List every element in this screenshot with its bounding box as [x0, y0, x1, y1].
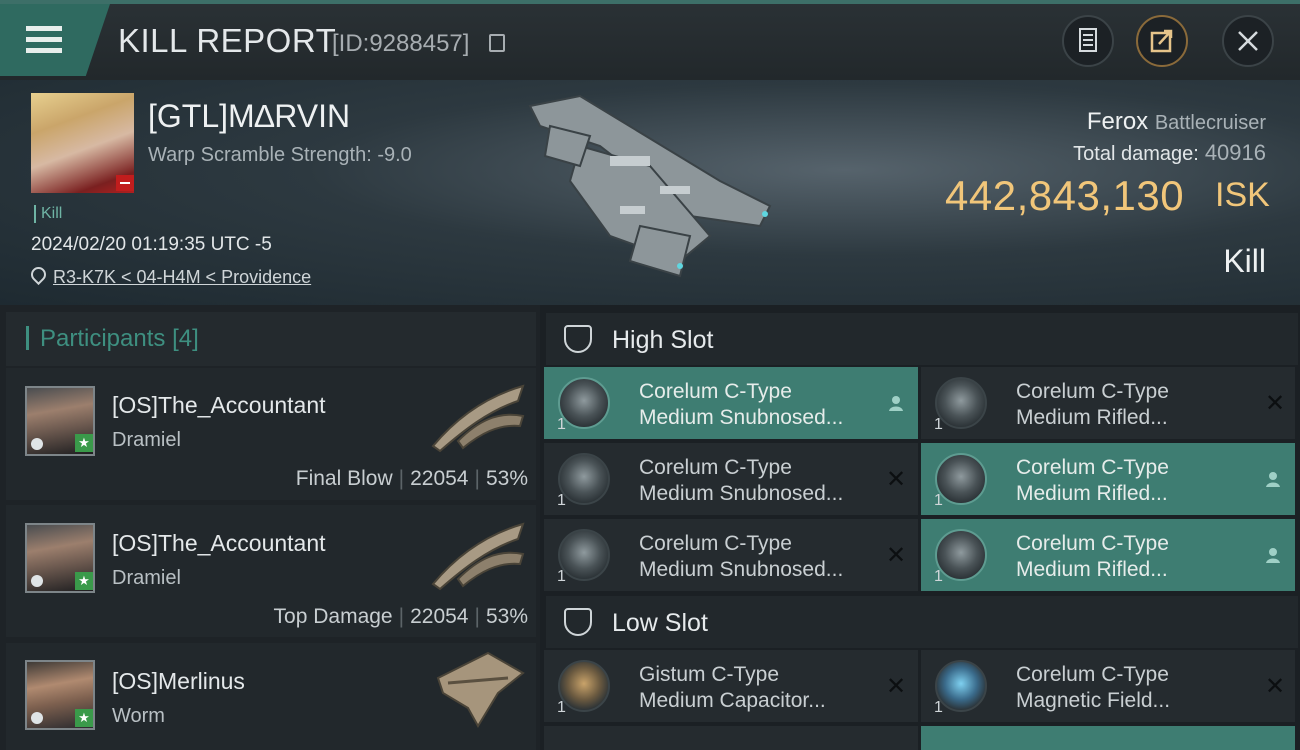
- participant-ship: Dramiel: [112, 429, 181, 451]
- damage-value: 22054: [410, 605, 469, 628]
- copy-icon[interactable]: [489, 34, 505, 52]
- module-quantity: 1: [557, 492, 566, 509]
- accent-bar: [26, 326, 29, 350]
- participant-name: [OS]Merlinus: [112, 668, 245, 694]
- module-slot-partial[interactable]: [921, 726, 1295, 750]
- participants-count: [4]: [172, 325, 199, 352]
- result-label: Kill: [1223, 243, 1266, 279]
- enemy-badge-icon: [116, 175, 134, 191]
- module-slot[interactable]: 1 Corelum C-Type Medium Snubnosed...: [544, 367, 918, 439]
- participant-stats: Top Damage | 22054 | 53%: [273, 605, 528, 628]
- module-name: Corelum C-Type Medium Rifled...: [1016, 380, 1169, 429]
- participant-ship: Worm: [112, 705, 165, 727]
- x-icon: ✕: [886, 673, 907, 700]
- module-quantity: 1: [934, 568, 943, 585]
- participant-ship: Dramiel: [112, 567, 181, 589]
- star-icon: ★: [75, 709, 93, 727]
- ship-name: Ferox: [1086, 108, 1149, 135]
- x-icon: ✕: [886, 466, 907, 493]
- damage-percent: 53%: [485, 605, 528, 628]
- module-slot[interactable]: 1 Corelum C-Type Medium Rifled... ✕: [921, 367, 1295, 439]
- isk-value: 442,843,130: [945, 172, 1185, 219]
- participants-label: Participants: [40, 325, 166, 352]
- total-damage: Total damage: 40916: [1073, 140, 1266, 166]
- module-slot-partial[interactable]: [544, 726, 918, 750]
- module-slot[interactable]: 1 Corelum C-Type Medium Rifled...: [921, 443, 1295, 515]
- module-quantity: 1: [557, 416, 566, 433]
- module-name: Corelum C-Type Medium Snubnosed...: [639, 532, 844, 581]
- document-icon: [1079, 28, 1097, 52]
- module-name: Gistum C-Type Medium Capacitor...: [639, 663, 826, 712]
- high-slot-icon: [564, 325, 592, 353]
- victim-ship[interactable]: Ferox Battlecruiser: [1087, 108, 1266, 136]
- corp-icon: [31, 438, 43, 450]
- module-quantity: 1: [934, 416, 943, 433]
- star-icon: ★: [75, 572, 93, 590]
- total-damage-label: Total damage:: [1073, 143, 1199, 165]
- document-button[interactable]: [1062, 15, 1114, 67]
- hamburger-icon: [26, 26, 62, 31]
- module-name: Corelum C-Type Medium Rifled...: [1016, 456, 1169, 505]
- module-slot[interactable]: 1 Corelum C-Type Magnetic Field... ✕: [921, 650, 1295, 722]
- person-icon: [1266, 472, 1280, 487]
- module-quantity: 1: [557, 699, 566, 716]
- module-quantity: 1: [934, 699, 943, 716]
- victim-ship-image: [528, 94, 772, 278]
- module-slot[interactable]: 1 Corelum C-Type Medium Snubnosed... ✕: [544, 519, 918, 591]
- person-icon: [889, 396, 903, 411]
- x-icon: ✕: [886, 542, 907, 569]
- x-icon: ✕: [1265, 390, 1286, 417]
- star-icon: ★: [75, 434, 93, 452]
- module-slot[interactable]: 1 Corelum C-Type Medium Rifled...: [921, 519, 1295, 591]
- module-quantity: 1: [934, 492, 943, 509]
- location-link[interactable]: R3-K7K < 04-H4M < Providence: [53, 267, 311, 288]
- module-name: Corelum C-Type Medium Snubnosed...: [639, 456, 844, 505]
- module-quantity: 1: [557, 568, 566, 585]
- low-slot-icon: [564, 608, 592, 636]
- kill-tag: Kill: [34, 205, 62, 223]
- close-icon: [1238, 31, 1258, 51]
- high-slot-title: High Slot: [612, 326, 714, 354]
- module-slot[interactable]: 1 Corelum C-Type Medium Snubnosed... ✕: [544, 443, 918, 515]
- participant-name: [OS]The_Accountant: [112, 530, 326, 556]
- participant-ship-image: [431, 522, 525, 591]
- stat-label: Final Blow: [295, 467, 393, 490]
- total-damage-value: 40916: [1204, 140, 1266, 165]
- kill-datetime: 2024/02/20 01:19:35 UTC -5: [31, 234, 272, 255]
- corp-icon: [31, 712, 43, 724]
- damage-value: 22054: [410, 467, 469, 490]
- low-slot-title: Low Slot: [612, 609, 708, 637]
- report-id: [ID:9288457]: [332, 30, 470, 57]
- module-name: Corelum C-Type Medium Snubnosed...: [639, 380, 844, 429]
- module-name: Corelum C-Type Magnetic Field...: [1016, 663, 1171, 712]
- warp-scramble-strength: Warp Scramble Strength: -9.0: [148, 144, 412, 166]
- victim-name[interactable]: [GTL]M∆RVIN: [148, 98, 350, 135]
- close-button[interactable]: [1222, 15, 1274, 67]
- isk-unit: ISK: [1215, 176, 1270, 214]
- participant-ship-image: [436, 651, 525, 728]
- x-icon: ✕: [1265, 673, 1286, 700]
- share-button[interactable]: [1136, 15, 1188, 67]
- module-slot[interactable]: 1 Gistum C-Type Medium Capacitor... ✕: [544, 650, 918, 722]
- person-icon: [1266, 548, 1280, 563]
- participants-title: Participants [4]: [40, 325, 199, 353]
- module-name: Corelum C-Type Medium Rifled...: [1016, 532, 1169, 581]
- participant-stats: Final Blow | 22054 | 53%: [295, 467, 528, 490]
- ship-class: Battlecruiser: [1154, 112, 1266, 134]
- share-icon: [1150, 29, 1173, 53]
- page-title: KILL REPORT: [118, 22, 337, 59]
- participant-name: [OS]The_Accountant: [112, 392, 326, 418]
- damage-percent: 53%: [485, 467, 528, 490]
- stat-label: Top Damage: [273, 605, 393, 628]
- participant-ship-image: [431, 384, 525, 453]
- corp-icon: [31, 575, 43, 587]
